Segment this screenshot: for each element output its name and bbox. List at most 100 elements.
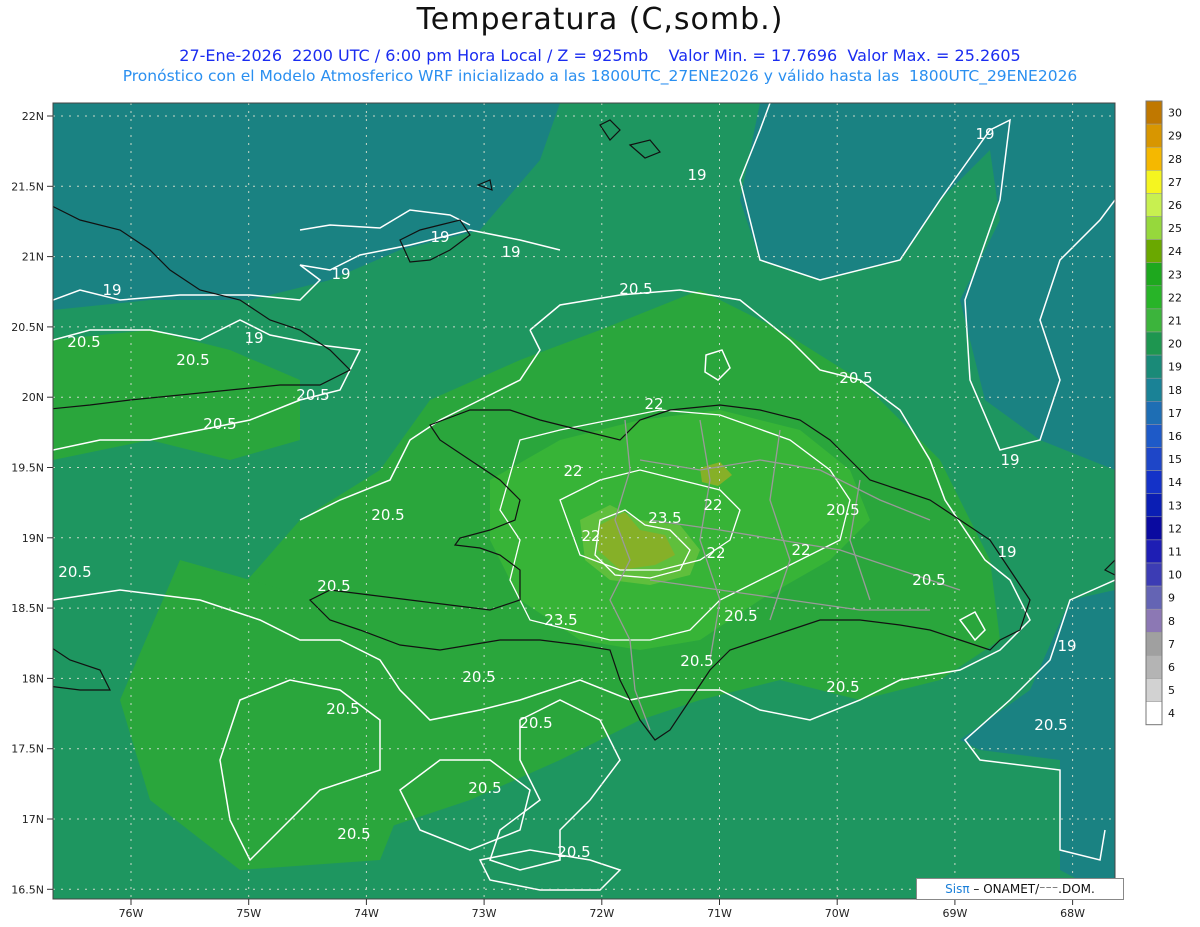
contour-label: 20.5 <box>462 668 495 686</box>
colorbar-level-label: 12 <box>1168 522 1182 535</box>
colorbar-level-label: 30 <box>1168 107 1182 120</box>
contour-label: 23.5 <box>544 611 577 629</box>
credit-text: – ONAMET/⁻⁻⁻.DOM. <box>973 882 1095 896</box>
latitude-axis: 22N 21.5N 21N 20.5N 20N 19.5N 19N 18.5N 18N 17.5N… <box>11 110 53 896</box>
colorbar-level-label: 7 <box>1168 638 1175 651</box>
colorbar-swatch <box>1145 632 1163 656</box>
colorbar-swatch <box>1145 239 1163 263</box>
colorbar-level-label: 6 <box>1168 661 1175 674</box>
contour-label: 20.5 <box>680 652 713 670</box>
lon-tick-label: 74W <box>354 907 379 920</box>
colorbar-level-label: 14 <box>1168 476 1182 489</box>
contour-label: 19 <box>331 265 350 283</box>
contour-label: 20.5 <box>1034 716 1067 734</box>
contour-label: 19 <box>501 243 520 261</box>
lat-tick-label: 17N <box>22 813 44 826</box>
colorbar-level-label: 10 <box>1168 569 1182 582</box>
contour-label: 20.5 <box>468 779 501 797</box>
colorbar-swatch <box>1145 123 1163 148</box>
colorbar-level-label: 27 <box>1168 176 1182 189</box>
contour-label: 20.5 <box>912 571 945 589</box>
colorbar-swatch <box>1145 493 1163 518</box>
lat-tick-label: 18.5N <box>11 602 44 615</box>
lon-tick-label: 71W <box>707 907 732 920</box>
colorbar-level-label: 9 <box>1168 592 1175 605</box>
contour-label: 20.5 <box>176 351 209 369</box>
contour-label: 20.5 <box>619 280 652 298</box>
colorbar-swatch <box>1145 100 1163 125</box>
contour-label: 22 <box>644 395 663 413</box>
contour-label: 19 <box>102 281 121 299</box>
colorbar-swatch <box>1145 193 1163 217</box>
lat-tick-label: 22N <box>22 110 44 123</box>
contour-label: 20.5 <box>557 843 590 861</box>
contour-label: 19 <box>997 543 1016 561</box>
contour-label: 20.5 <box>296 386 329 404</box>
lat-tick-label: 21N <box>22 251 44 264</box>
colorbar-level-label: 13 <box>1168 499 1182 512</box>
colorbar-level-label: 22 <box>1168 291 1182 304</box>
lon-tick-label: 75W <box>236 907 261 920</box>
colorbar-swatch <box>1145 262 1163 287</box>
contour-label: 22 <box>706 544 725 562</box>
colorbar-swatch <box>1145 562 1163 587</box>
colorbar-swatch <box>1145 216 1163 240</box>
colorbar-swatch <box>1145 331 1163 356</box>
contour-label: 20.5 <box>519 714 552 732</box>
colorbar-level-label: 23 <box>1168 268 1182 281</box>
colorbar-swatch <box>1145 447 1163 471</box>
contour-label: 20.5 <box>67 333 100 351</box>
contour-label: 19 <box>975 125 994 143</box>
colorbar-swatch <box>1145 170 1163 194</box>
sis-pi-logo: Sisπ <box>945 882 970 896</box>
credit-box: Sisπ – ONAMET/⁻⁻⁻.DOM. <box>916 878 1124 900</box>
contour-label: 22 <box>703 496 722 514</box>
colorbar-swatch <box>1145 608 1163 633</box>
temperature-map: 19 19 19 19 19 19 19 19 19 19 20.5 20.5 20.5 20.5 20.5… <box>11 100 1182 920</box>
colorbar-swatch <box>1145 655 1163 679</box>
contour-label: 22 <box>791 541 810 559</box>
contour-label: 20.5 <box>371 506 404 524</box>
colorbar-level-label: 25 <box>1168 222 1182 235</box>
contour-label: 19 <box>1000 451 1019 469</box>
colorbar-swatch <box>1145 585 1163 610</box>
contour-label: 20.5 <box>724 607 757 625</box>
contour-label: 20.5 <box>826 678 859 696</box>
colorbar-level-label: 21 <box>1168 314 1182 327</box>
lat-tick-label: 20.5N <box>11 321 44 334</box>
colorbar-level-label: 16 <box>1168 430 1182 443</box>
contour-label: 20.5 <box>203 415 236 433</box>
lat-tick-label: 21.5N <box>11 180 44 193</box>
colorbar-swatch <box>1145 678 1163 702</box>
contour-label: 20.5 <box>317 577 350 595</box>
colorbar-swatch <box>1145 354 1163 379</box>
contour-label: 20.5 <box>839 369 872 387</box>
contour-label: 20.5 <box>326 700 359 718</box>
contour-label: 22 <box>563 462 582 480</box>
colorbar-swatch <box>1145 516 1163 541</box>
contour-label: 19 <box>687 166 706 184</box>
colorbar-level-label: 15 <box>1168 453 1182 466</box>
contour-label: 22 <box>581 527 600 545</box>
contour-label: 19 <box>430 228 449 246</box>
contour-label: 23.5 <box>648 509 681 527</box>
lon-tick-label: 72W <box>589 907 614 920</box>
colorbar-swatch <box>1145 470 1163 494</box>
colorbar-level-label: 24 <box>1168 245 1182 258</box>
colorbar-level-label: 4 <box>1168 707 1175 720</box>
lat-tick-label: 16.5N <box>11 883 44 896</box>
colorbar-level-label: 8 <box>1168 615 1175 628</box>
colorbar-level-label: 29 <box>1168 130 1182 143</box>
colorbar: 30 29 28 27 26 25 24 23 22 21 20 19 18 17 16 15 14 13 12 11… <box>1145 100 1182 726</box>
colorbar-swatch <box>1145 539 1163 564</box>
colorbar-level-label: 5 <box>1168 684 1175 697</box>
lon-tick-label: 70W <box>825 907 850 920</box>
contour-label: 20.5 <box>58 563 91 581</box>
colorbar-level-label: 18 <box>1168 384 1182 397</box>
map-field: 19 19 19 19 19 19 19 19 19 19 20.5 20.5 20.5 20.5 20.5… <box>53 103 1115 899</box>
lon-tick-label: 73W <box>472 907 497 920</box>
lat-tick-label: 17.5N <box>11 743 44 756</box>
contour-label: 20.5 <box>337 825 370 843</box>
contour-label: 20.5 <box>826 501 859 519</box>
colorbar-level-label: 26 <box>1168 199 1182 212</box>
